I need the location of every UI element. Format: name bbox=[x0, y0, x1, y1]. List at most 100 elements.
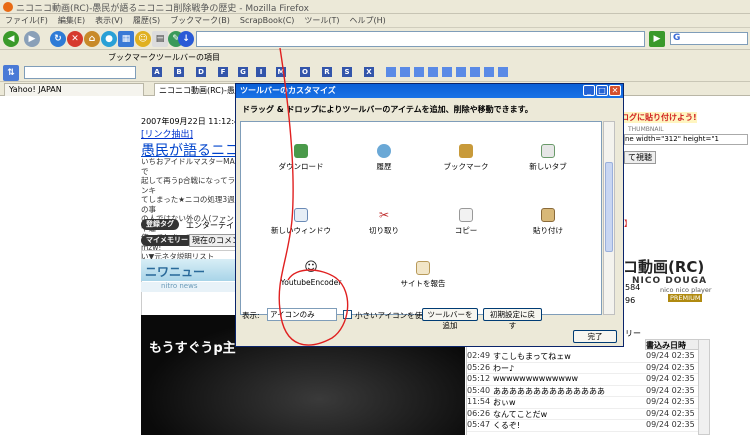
palette-scrollbar[interactable] bbox=[603, 121, 615, 315]
comment-scrollbar[interactable] bbox=[698, 339, 710, 435]
embed-code-input[interactable]: ne width="312" height="1 bbox=[624, 134, 748, 145]
menu-help[interactable]: ヘルプ(H) bbox=[345, 14, 391, 27]
red-highlight-stroke bbox=[278, 47, 349, 346]
comment-row[interactable]: 06:26 なんてことだw 09/24 02:35 bbox=[467, 408, 699, 420]
palette-item-label: コピー bbox=[454, 226, 478, 235]
scissors-icon: ✂ bbox=[377, 208, 391, 222]
navigation-toolbar: ◀ ▶ ↻ ✕ ⌂ ● ▦ ☺ ▤ ✎ ↓ ▶ G bbox=[0, 28, 750, 50]
format-button-4[interactable] bbox=[428, 67, 438, 77]
format-button-7[interactable] bbox=[470, 67, 480, 77]
comment-header-date[interactable]: 書込み日時 bbox=[645, 339, 699, 350]
menu-bookmarks[interactable]: ブックマーク(B) bbox=[165, 14, 235, 27]
tab-yahoo[interactable]: Yahoo! JAPAN bbox=[4, 83, 144, 96]
smiley-toolbar-icon[interactable]: ☺ bbox=[135, 31, 151, 47]
home-icon[interactable]: ⌂ bbox=[84, 31, 100, 47]
bookmarks-toolbar-label: ブックマークツールバーの項目 bbox=[108, 53, 220, 62]
url-bar[interactable] bbox=[196, 31, 645, 47]
new-tab-icon bbox=[541, 144, 555, 158]
search-button-d[interactable]: D bbox=[196, 67, 206, 77]
search-engine-icon[interactable]: ⇅ bbox=[3, 65, 19, 81]
search-box[interactable]: G bbox=[670, 32, 748, 45]
comment-row[interactable]: 11:54 おぃw 09/24 02:35 bbox=[467, 397, 699, 409]
bookmarks-toolbar: ブックマークツールバーの項目 bbox=[0, 50, 750, 64]
small-icons-label: 小さいアイコンを使用 bbox=[355, 311, 430, 320]
menu-history[interactable]: 履歴(S) bbox=[128, 14, 165, 27]
comment-time: 02:49 bbox=[467, 351, 491, 360]
menu-view[interactable]: 表示(V) bbox=[90, 14, 128, 27]
comment-text: なんてことだw bbox=[493, 409, 548, 419]
comment-date: 09/24 02:35 bbox=[646, 362, 695, 372]
maximize-icon[interactable]: □ bbox=[596, 85, 608, 96]
download-arrow-icon[interactable]: ↓ bbox=[178, 31, 194, 47]
format-button-9[interactable] bbox=[498, 67, 508, 77]
comment-text: ああああああああああああああ bbox=[493, 386, 605, 396]
search-button-a[interactable]: A bbox=[152, 67, 162, 77]
comment-list[interactable]: 書込み日時 02:49 すこしもまってねェw 09/24 02:35 05:26 わー… bbox=[466, 339, 699, 435]
news-banner[interactable]: ニワニュー bbox=[141, 259, 236, 281]
comment-date: 09/24 02:35 bbox=[646, 385, 695, 395]
format-button-5[interactable] bbox=[442, 67, 452, 77]
paste-icon bbox=[541, 208, 555, 222]
tag-text[interactable]: エンターテイメ bbox=[186, 220, 242, 231]
format-button-3[interactable] bbox=[414, 67, 424, 77]
counter-label: リー bbox=[625, 329, 641, 338]
comment-date: 09/24 02:35 bbox=[646, 397, 695, 406]
comment-time: 05:40 bbox=[467, 385, 491, 395]
stop-icon[interactable]: ✕ bbox=[67, 31, 83, 47]
back-icon[interactable]: ◀ bbox=[3, 31, 19, 47]
search-button-x[interactable]: X bbox=[364, 67, 374, 77]
close-icon[interactable]: ✕ bbox=[609, 85, 621, 96]
comment-time: 05:26 bbox=[467, 362, 491, 372]
history-icon bbox=[377, 144, 391, 158]
comment-row[interactable]: 05:26 わー♪ 09/24 02:35 bbox=[467, 362, 699, 374]
search-button-f[interactable]: F bbox=[218, 67, 228, 77]
reload-icon[interactable]: ↻ bbox=[50, 31, 66, 47]
menu-scrapbook[interactable]: ScrapBook(C) bbox=[235, 15, 299, 26]
comment-row[interactable]: 05:12 wwwwwwwwwwwww 09/24 02:35 bbox=[467, 374, 699, 386]
palette-item-paste[interactable]: 貼り付け bbox=[508, 208, 588, 236]
link-extract[interactable]: [リンク抽出] bbox=[141, 127, 193, 140]
add-toolbar-button[interactable]: ツールバーを追加 bbox=[422, 308, 478, 330]
search-button-i[interactable]: I bbox=[256, 67, 266, 77]
thumbnail-label: THUMBNAIL bbox=[628, 126, 664, 133]
right-banner[interactable]: ログに貼り付けよう! bbox=[621, 112, 697, 123]
forward-icon[interactable]: ▶ bbox=[24, 31, 40, 47]
format-button-6[interactable] bbox=[456, 67, 466, 77]
palette-scrollbar-thumb[interactable] bbox=[605, 162, 613, 252]
format-button-1[interactable] bbox=[386, 67, 396, 77]
comment-text: すこしもまってねェw bbox=[493, 352, 571, 361]
minimize-icon[interactable]: _ bbox=[583, 85, 595, 96]
mymemory-pill[interactable]: マイメモリー bbox=[141, 235, 193, 246]
tag-pill: 登録タグ bbox=[141, 219, 179, 230]
comment-row[interactable]: 05:47 くるぞ! 09/24 02:35 bbox=[467, 420, 699, 432]
copy-icon bbox=[459, 208, 473, 222]
menu-file[interactable]: ファイル(F) bbox=[0, 14, 53, 27]
palette-item-label: 貼り付け bbox=[533, 226, 563, 235]
palette-item-copy[interactable]: コピー bbox=[426, 208, 506, 236]
show-label: 表示: bbox=[242, 311, 260, 320]
view-button[interactable]: て視聴 bbox=[624, 151, 656, 164]
comment-row[interactable]: 02:49 すこしもまってねェw 09/24 02:35 bbox=[467, 351, 699, 363]
comment-text: おぃw bbox=[493, 398, 516, 407]
format-button-8[interactable] bbox=[484, 67, 494, 77]
palette-item-report-site[interactable]: サイトを報告 bbox=[383, 261, 463, 289]
menu-edit[interactable]: 編集(E) bbox=[53, 14, 90, 27]
comment-date: 09/24 02:35 bbox=[646, 408, 695, 418]
search-button-g[interactable]: G bbox=[238, 67, 248, 77]
format-button-2[interactable] bbox=[400, 67, 410, 77]
go-icon[interactable]: ▶ bbox=[649, 31, 665, 47]
palette-item-new-tab[interactable]: 新しいタブ bbox=[508, 144, 588, 172]
done-button[interactable]: 完了 bbox=[573, 330, 617, 343]
clipboard-icon[interactable]: ▤ bbox=[152, 31, 168, 47]
counter-1: 584 bbox=[625, 283, 641, 292]
menu-tools[interactable]: ツール(T) bbox=[299, 14, 344, 27]
palette-item-bookmarks[interactable]: ブックマーク bbox=[426, 144, 506, 172]
comment-date: 09/24 02:35 bbox=[646, 420, 695, 429]
red-annotation bbox=[278, 47, 349, 346]
comment-row[interactable]: 05:40 ああああああああああああああ 09/24 02:35 bbox=[467, 385, 699, 397]
addon-icon[interactable]: ▦ bbox=[118, 31, 134, 47]
search-engine-select[interactable] bbox=[24, 66, 136, 79]
globe-icon[interactable]: ● bbox=[101, 31, 117, 47]
restore-defaults-button[interactable]: 初期設定に戻す bbox=[483, 308, 542, 330]
search-button-b[interactable]: B bbox=[174, 67, 184, 77]
